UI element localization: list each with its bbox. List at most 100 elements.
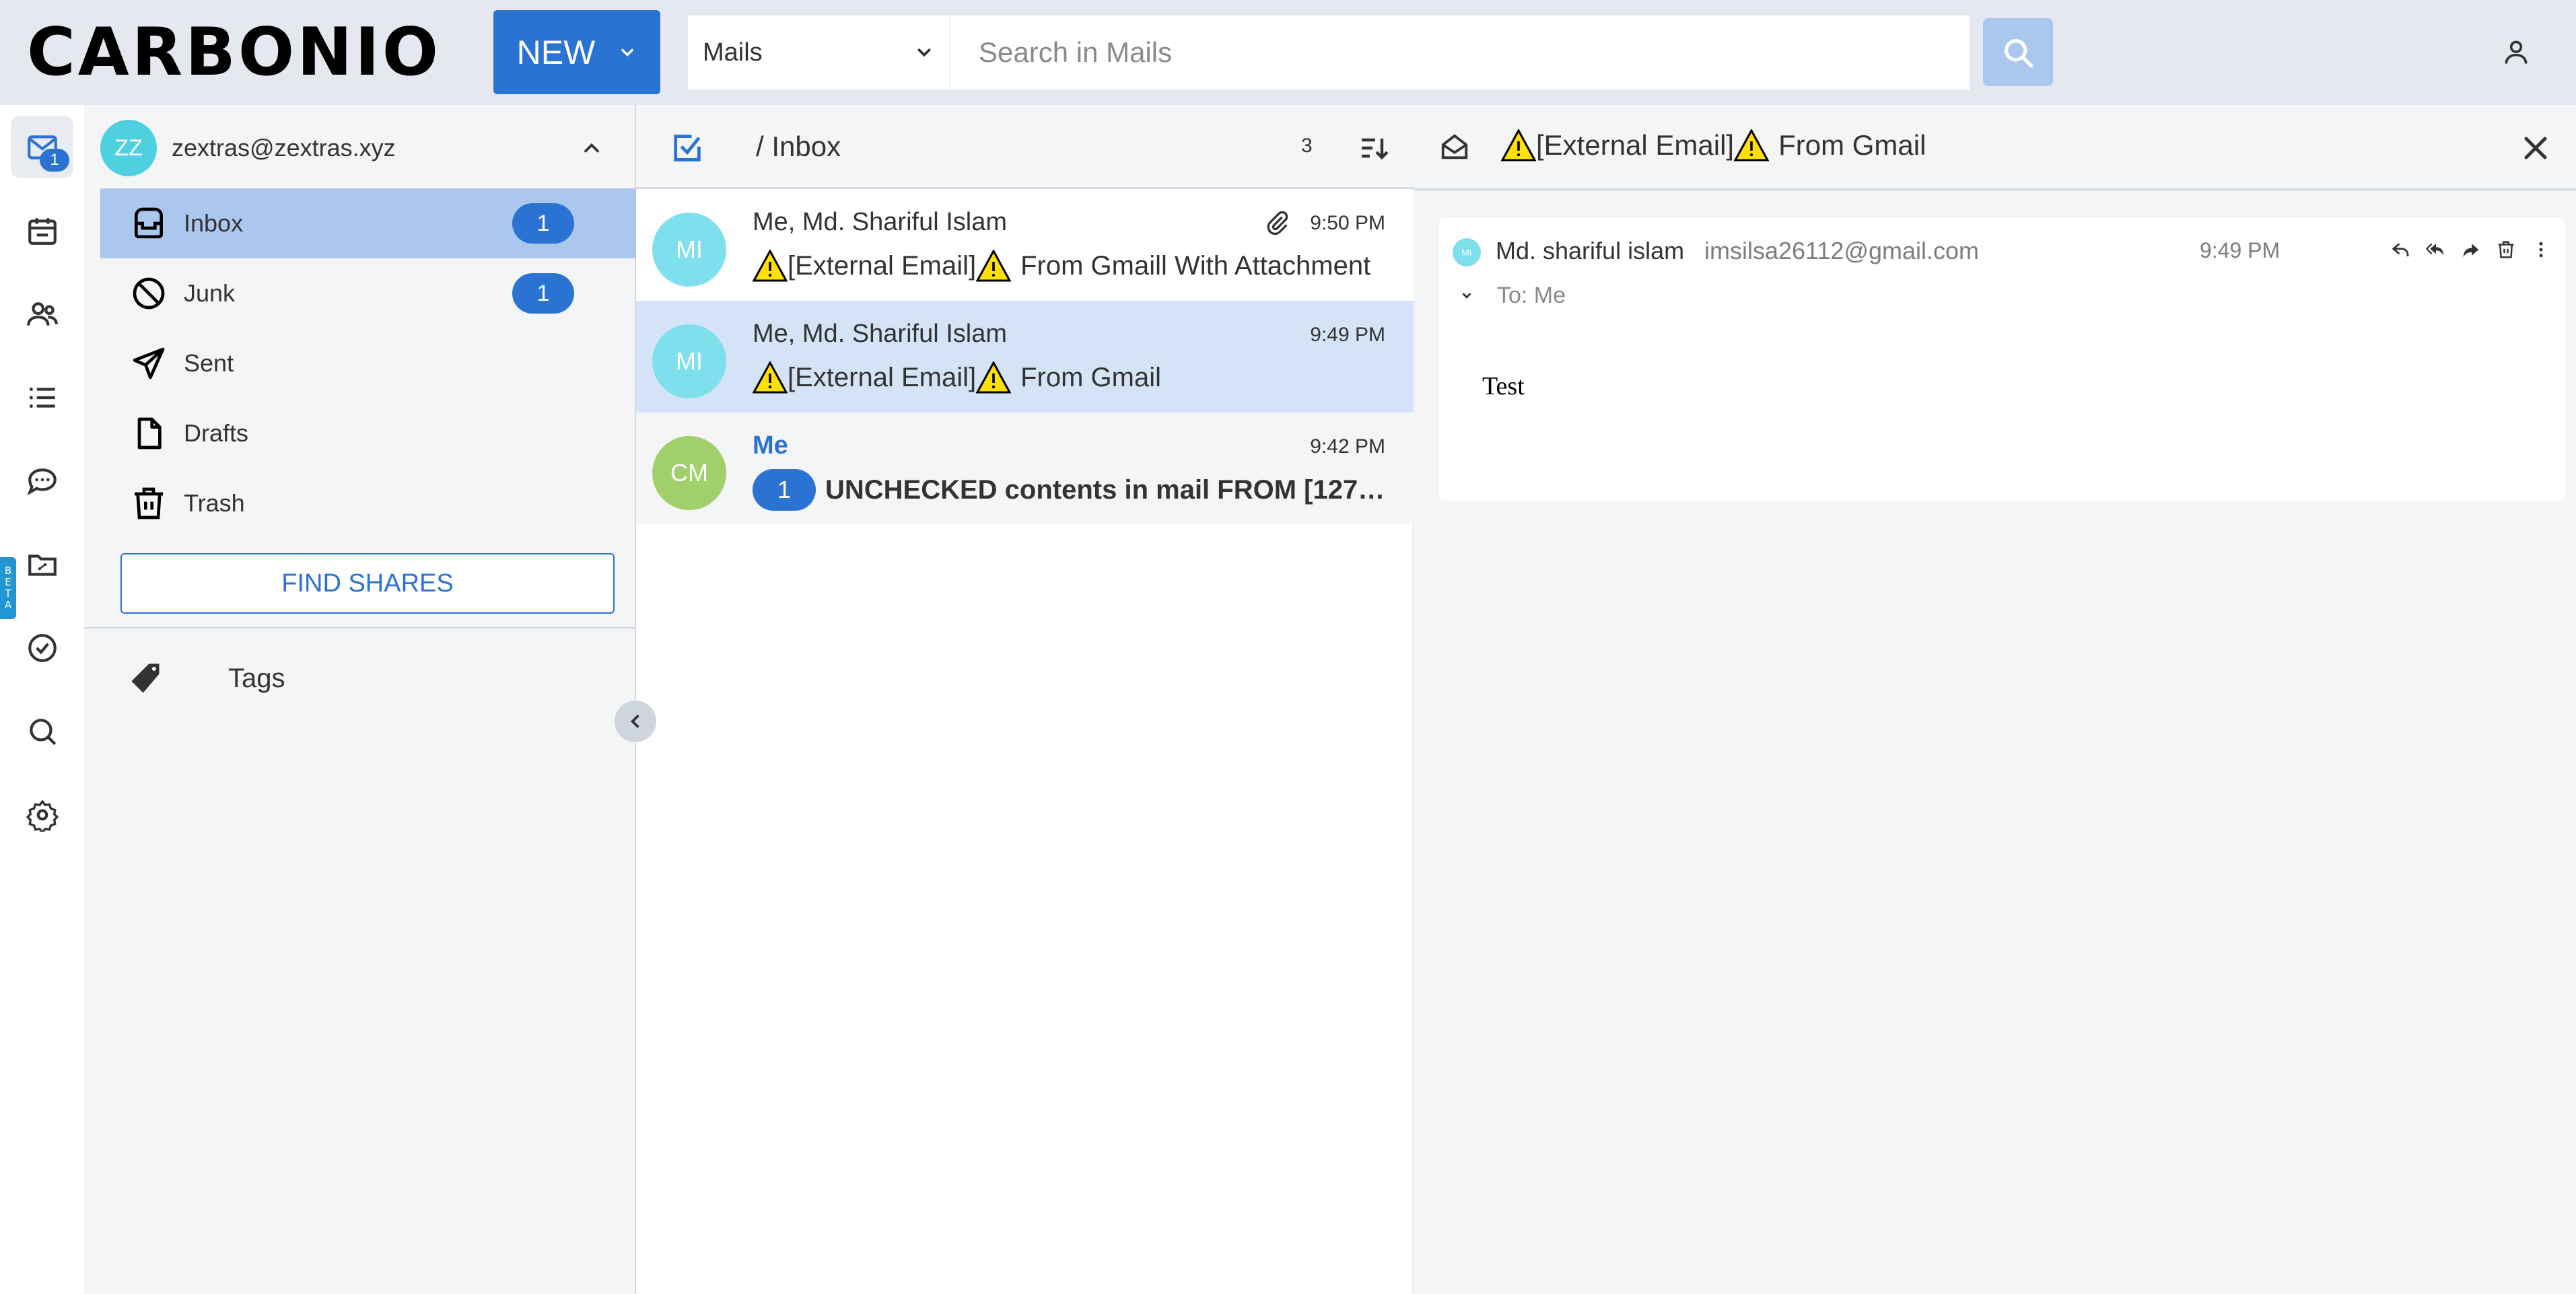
envelope-open-icon xyxy=(1441,134,1468,159)
select-mode-icon[interactable] xyxy=(670,131,705,166)
mail-subject: 1 UNCHECKED contents in mail FROM [127.0… xyxy=(753,469,1385,511)
forward-button[interactable] xyxy=(2458,237,2484,262)
more-options-button[interactable] xyxy=(2528,237,2554,262)
folder-inbox[interactable]: Inbox 1 xyxy=(100,188,636,258)
message-actions xyxy=(2388,237,2554,262)
gear-icon xyxy=(26,799,59,832)
mail-subject: [External Email] From Gmaill With Attach… xyxy=(753,250,1385,282)
chevron-up-icon[interactable] xyxy=(580,136,604,160)
chevron-down-icon[interactable] xyxy=(1459,288,1474,303)
chevron-left-icon xyxy=(630,715,639,728)
unread-count-badge: 1 xyxy=(512,203,574,244)
folder-sent[interactable]: Sent xyxy=(100,328,636,398)
folder-label: Drafts xyxy=(184,419,249,447)
folder-drafts[interactable]: Drafts xyxy=(100,398,636,468)
top-bar: CARBONIO NEW Mails xyxy=(0,0,2576,105)
reply-icon xyxy=(2392,243,2409,256)
message-card: MI Md. shariful islam imsilsa26112@gmail… xyxy=(1439,218,2565,501)
warning-icon xyxy=(753,250,788,282)
subject-prefix: [External Email] xyxy=(788,250,977,281)
warning-icon xyxy=(1734,129,1770,161)
sender-name: Md. shariful islam xyxy=(1496,237,1685,264)
message-count: 3 xyxy=(1301,135,1313,157)
folder-trash[interactable]: Trash xyxy=(100,468,636,538)
more-vertical-icon xyxy=(2539,242,2543,258)
new-button[interactable]: NEW xyxy=(493,10,660,94)
chat-icon xyxy=(26,468,57,495)
close-icon[interactable] xyxy=(2519,132,2552,164)
calendar-icon xyxy=(28,217,57,245)
tags-label: Tags xyxy=(228,663,285,693)
reader-subject: [External Email] From Gmail xyxy=(1501,129,1926,161)
rail-tasks-list[interactable] xyxy=(11,366,73,429)
divider xyxy=(84,627,635,628)
forward-icon xyxy=(2463,244,2479,258)
folder-junk[interactable]: Junk 1 xyxy=(100,258,636,328)
carbonio-logo: CARBONIO xyxy=(27,14,442,91)
rail-mail[interactable]: 1 xyxy=(11,116,73,178)
sender-avatar: MI xyxy=(652,324,726,398)
mail-time: 9:42 PM xyxy=(1310,435,1385,458)
sender-email: imsilsa26112@gmail.com xyxy=(1704,237,1980,264)
search-icon xyxy=(29,718,56,745)
account-header[interactable]: ZZ zextras@zextras.xyz xyxy=(100,120,636,176)
list-icon xyxy=(29,387,55,408)
account-avatar: ZZ xyxy=(100,120,157,176)
subject-text: From Gmaill With Attachment xyxy=(1020,250,1371,281)
rail-calendar[interactable] xyxy=(11,199,73,262)
rail-search[interactable] xyxy=(11,700,73,762)
search-input[interactable] xyxy=(950,15,1970,89)
search-icon xyxy=(2005,38,2033,67)
attachment-icon xyxy=(1267,211,1288,236)
folder-breadcrumb: / Inbox xyxy=(756,131,841,162)
account-email: zextras@zextras.xyz xyxy=(172,134,396,161)
reply-button[interactable] xyxy=(2388,237,2414,262)
draft-file-icon xyxy=(137,417,162,450)
tag-icon xyxy=(131,663,160,693)
tags-section[interactable]: Tags xyxy=(100,643,635,713)
check-circle-icon xyxy=(28,633,57,662)
rail-contacts[interactable] xyxy=(11,283,73,345)
conversation-count-badge: 1 xyxy=(753,469,816,511)
mail-list-item-unread[interactable]: CM Me 9:42 PM 1 UNCHECKED contents in ma… xyxy=(636,412,1414,524)
rail-chats[interactable] xyxy=(11,450,73,512)
new-button-label: NEW xyxy=(516,33,596,71)
reading-pane: [External Email] From Gmail MI Md. shari… xyxy=(1414,105,2576,1294)
mail-sender: Me, Md. Shariful Islam xyxy=(753,320,1007,348)
search-button[interactable] xyxy=(1983,18,2053,86)
folder-label: Inbox xyxy=(184,209,244,237)
warning-icon xyxy=(976,361,1012,394)
user-account-button[interactable] xyxy=(2497,34,2535,71)
sender-avatar: MI xyxy=(652,213,726,287)
folder-label: Junk xyxy=(184,279,236,307)
trash-icon xyxy=(135,487,163,519)
chevron-down-icon xyxy=(917,48,931,57)
search-module-select[interactable]: Mails xyxy=(688,15,950,89)
rail-tasks[interactable] xyxy=(11,616,73,679)
sort-icon[interactable] xyxy=(1358,132,1390,164)
warning-icon xyxy=(1501,129,1536,161)
mail-sender: Me, Md. Shariful Islam xyxy=(753,208,1007,236)
rail-settings[interactable] xyxy=(11,783,73,846)
subject-text: From Gmail xyxy=(1020,362,1161,392)
folder-panel: ZZ zextras@zextras.xyz Inbox 1 Junk 1 Se… xyxy=(84,105,636,1294)
recipients: To: Me xyxy=(1497,283,1566,308)
folder-label: Sent xyxy=(184,349,234,377)
contacts-icon xyxy=(26,301,58,326)
mail-subject: [External Email] From Gmail xyxy=(753,361,1385,394)
rail-files[interactable] xyxy=(11,533,73,596)
mail-time: 9:50 PM xyxy=(1310,212,1385,234)
subject-text: From Gmail xyxy=(1778,129,1926,161)
app-rail: 1 BETA xyxy=(0,105,84,1294)
warning-icon xyxy=(753,361,788,394)
mail-list-item-selected[interactable]: MI Me, Md. Shariful Islam 9:49 PM [Exter… xyxy=(636,301,1414,412)
collapse-sidebar-button[interactable] xyxy=(615,700,656,742)
folder-label: Trash xyxy=(184,489,245,517)
delete-button[interactable] xyxy=(2493,237,2519,262)
mail-unread-badge: 1 xyxy=(40,149,69,172)
unread-count-badge: 1 xyxy=(512,273,574,314)
mail-list-item[interactable]: MI Me, Md. Shariful Islam 9:50 PM [Exter… xyxy=(636,189,1414,301)
find-shares-button[interactable]: FIND SHARES xyxy=(120,553,615,614)
reply-all-button[interactable] xyxy=(2423,237,2449,262)
search-bar: Mails xyxy=(688,15,1970,89)
